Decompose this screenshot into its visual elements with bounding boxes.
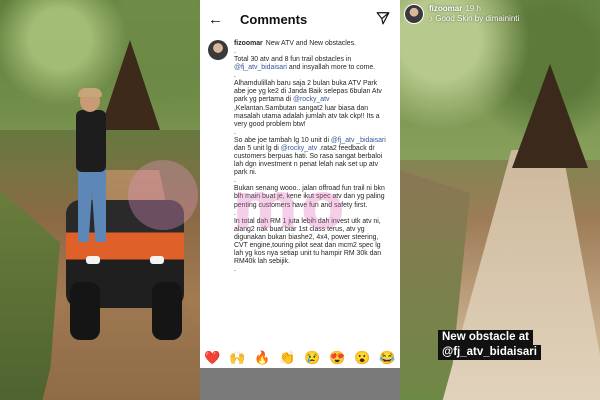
watermark-logo <box>128 160 198 230</box>
dirt-path <box>440 150 600 400</box>
reaction-cry-icon[interactable]: 😢 <box>304 348 320 368</box>
caption-line: and insyallah more to come. <box>286 64 376 72</box>
quick-reactions-bar: ❤️ 🙌 🔥 👏 😢 😍 😮 😂 <box>200 348 400 368</box>
caption-line: ,Kelantan.Sambutan sangat2 luar biasa da… <box>234 104 380 128</box>
spacer-dot: . <box>234 177 236 185</box>
mention-link[interactable]: @fj_atv _bidaisari <box>331 137 386 144</box>
spacer-dot: . <box>234 209 236 217</box>
caption-text: fizoomar New ATV and New obstacles. . Tot… <box>234 40 390 274</box>
left-photo-atv-rider <box>0 0 200 400</box>
man-cap <box>78 88 102 97</box>
collage: ← Comments fizoomar New ATV and New obsta… <box>0 0 600 400</box>
caption-line: So abe joe tambah lg 10 unit di <box>234 136 331 144</box>
reaction-fire-icon[interactable]: 🔥 <box>254 348 270 368</box>
man-shirt <box>76 110 106 172</box>
spacer-dot: . <box>234 266 236 274</box>
story-header: fizoomar 19 h ♪ Good Skin by dimaininti <box>404 4 519 24</box>
page-title: Comments <box>240 11 308 27</box>
spacer-dot: . <box>234 72 236 80</box>
username-link[interactable]: fizoomar <box>234 40 263 47</box>
atv-wheel-left <box>70 282 100 340</box>
spacer-dot: . <box>234 48 236 56</box>
avatar[interactable] <box>208 40 228 60</box>
atv-wheel-right <box>152 282 182 340</box>
reaction-surprised-icon[interactable]: 😮 <box>354 348 370 368</box>
reaction-clap-icon[interactable]: 👏 <box>279 348 295 368</box>
a-frame-obstacle <box>512 64 588 168</box>
story-music-label: ♪ Good Skin by dimaininti <box>429 14 520 23</box>
atv-headlight-left <box>86 256 100 264</box>
caption-line: New ATV and New obstacles. <box>265 40 356 47</box>
arrow-left-icon[interactable]: ← <box>208 11 230 28</box>
comments-header: ← Comments <box>200 0 400 38</box>
a-frame-obstacle <box>100 40 160 130</box>
comment-input-bar[interactable] <box>200 368 400 400</box>
reaction-raised-hands-icon[interactable]: 🙌 <box>229 348 245 368</box>
mention-link[interactable]: @rocky_atv <box>293 96 329 103</box>
reaction-laugh-icon[interactable]: 😂 <box>379 348 395 368</box>
caption-line: Total 30 atv and 8 fun trail obstacles i… <box>234 56 352 64</box>
caption-line-2: @fj_atv_bidaisari <box>438 345 541 360</box>
send-icon[interactable] <box>376 11 390 25</box>
caption-line: In total dah RM 1 juta lebih dah invest … <box>234 217 382 266</box>
story-meta: fizoomar 19 h ♪ Good Skin by dimaininti <box>429 4 519 24</box>
caption-line: dan 5 unit lg di <box>234 144 281 152</box>
mention-link[interactable]: @fj_atv_bidaisari <box>234 64 287 71</box>
reaction-heart-icon[interactable]: ❤️ <box>204 348 220 368</box>
caption-line: Bukan senang wooo.. jalan offroad fun tr… <box>234 185 385 209</box>
reaction-heart-eyes-icon[interactable]: 😍 <box>329 348 345 368</box>
post-caption: fizoomar New ATV and New obstacles. . Tot… <box>200 38 400 274</box>
comments-screen: ← Comments fizoomar New ATV and New obsta… <box>200 0 400 400</box>
mention-link[interactable]: @rocky_atv <box>281 145 317 152</box>
spacer-dot: . <box>234 128 236 136</box>
atv-headlight-right <box>150 256 164 264</box>
avatar[interactable] <box>404 4 424 24</box>
story-caption: New obstacle at @fj_atv_bidaisari <box>438 330 541 360</box>
story-time: 19 h <box>465 4 481 13</box>
caption-line-1: New obstacle at <box>438 330 533 345</box>
story-username[interactable]: fizoomar <box>429 4 462 13</box>
